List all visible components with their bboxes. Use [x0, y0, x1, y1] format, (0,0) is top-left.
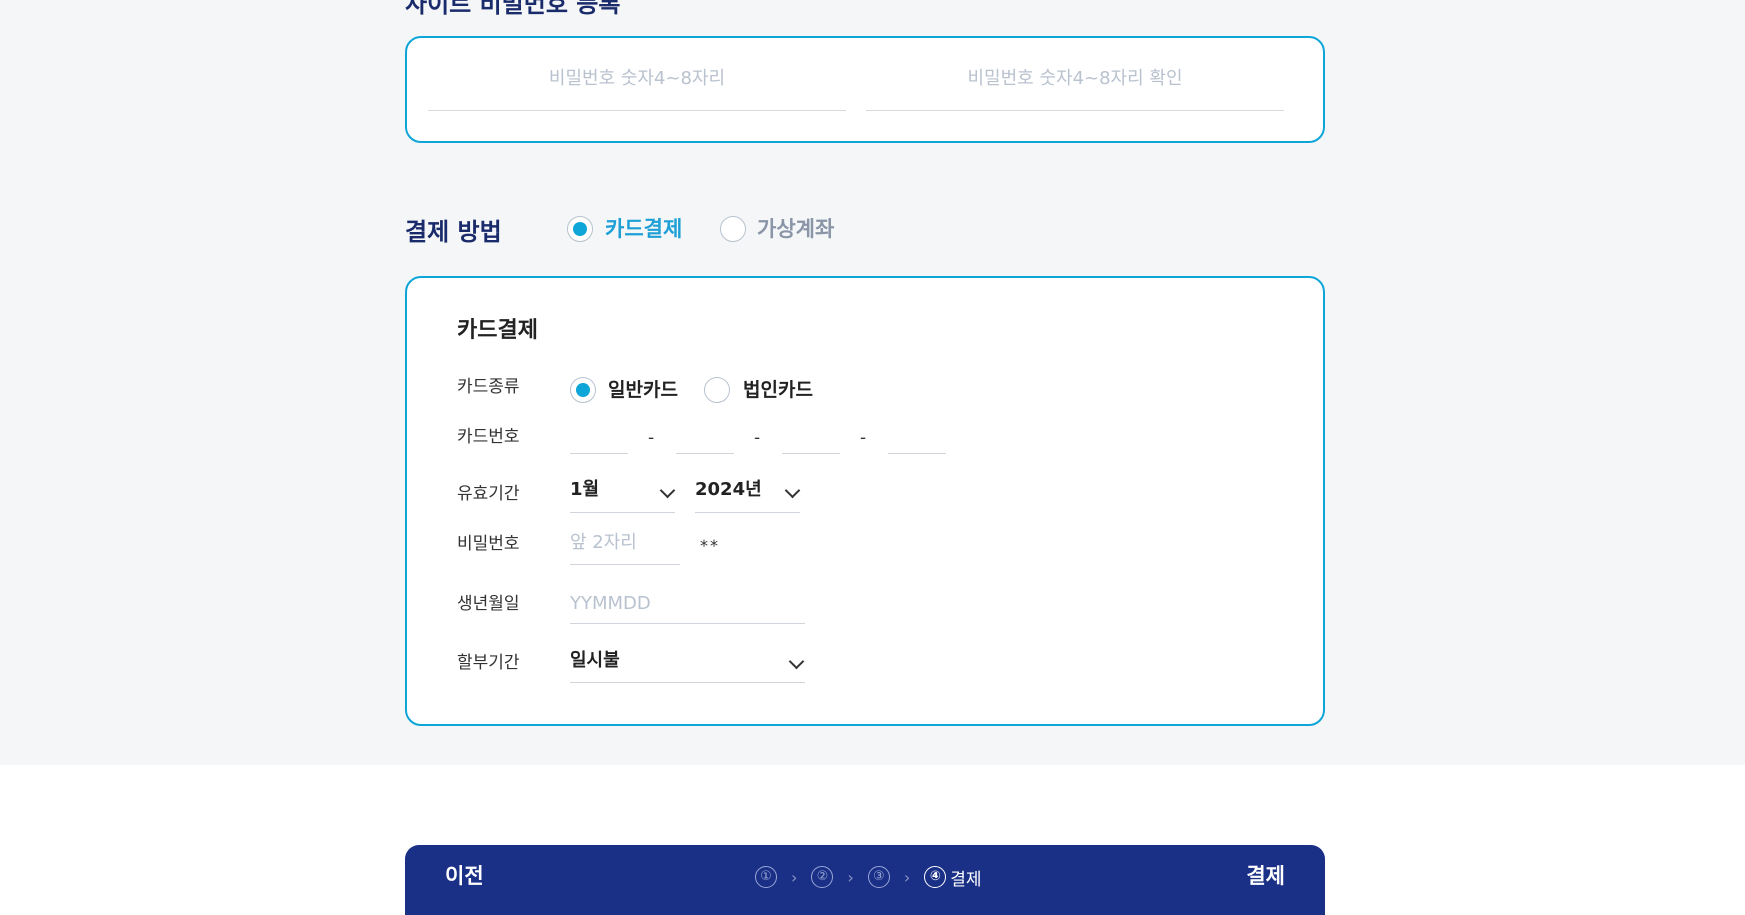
step-2-icon: ② [811, 866, 834, 888]
card-type-label: 카드종류 [457, 377, 520, 397]
site-password-box: 비밀번호 숫자4~8자리 비밀번호 숫자4~8자리 확인 [405, 36, 1325, 143]
chevron-down-icon [784, 482, 801, 499]
bottom-action-bar: 이전 ① › ② › ③ › ④ 결제 결제 [405, 845, 1325, 915]
birth-date-input[interactable]: YYMMDD [570, 583, 805, 624]
card-payment-title: 카드결제 [457, 318, 538, 343]
expiry-year-value: 2024년 [695, 479, 762, 500]
card-number-dash-1: - [648, 428, 655, 448]
card-number-part-1[interactable] [570, 422, 628, 454]
radio-card-payment[interactable] [567, 216, 593, 242]
password-confirm-placeholder: 비밀번호 숫자4~8자리 확인 [967, 68, 1183, 89]
radio-card-payment-label[interactable]: 카드결제 [605, 216, 682, 242]
radio-corporate-card-label[interactable]: 법인카드 [743, 377, 813, 403]
birth-date-placeholder: YYMMDD [570, 593, 651, 614]
password-confirm-input[interactable]: 비밀번호 숫자4~8자리 확인 [866, 68, 1284, 111]
card-number-part-2[interactable] [676, 422, 734, 454]
expiry-year-select[interactable]: 2024년 [695, 474, 801, 513]
expiry-month-value: 1월 [570, 479, 600, 500]
card-password-mask: ** [700, 536, 720, 555]
birth-date-label: 생년월일 [457, 594, 520, 614]
installment-label: 할부기간 [457, 653, 520, 673]
card-password-input[interactable]: 앞 2자리 [570, 524, 680, 565]
password-section-heading: 사이트 비밀번호 등록 [405, 0, 621, 18]
payment-method-title: 결제 방법 [405, 218, 502, 246]
expiry-month-select[interactable]: 1월 [570, 474, 676, 513]
radio-personal-card[interactable] [570, 377, 596, 403]
expiry-label: 유효기간 [457, 484, 520, 504]
installment-value: 일시불 [570, 650, 620, 671]
step-4-icon: ④ [924, 866, 947, 888]
chevron-down-icon [788, 653, 805, 670]
step-1-icon: ① [755, 866, 777, 888]
radio-virtual-account[interactable] [720, 216, 746, 242]
current-step-label: 결제 [950, 869, 982, 890]
chevron-right-icon: › [791, 867, 798, 887]
step-indicator: ① › ② › ③ › ④ 결제 [755, 863, 982, 891]
password-input[interactable]: 비밀번호 숫자4~8자리 [428, 68, 846, 111]
radio-personal-card-label[interactable]: 일반카드 [608, 377, 678, 403]
radio-corporate-card[interactable] [704, 377, 730, 403]
card-password-placeholder: 앞 2자리 [570, 532, 637, 553]
chevron-down-icon [659, 482, 676, 499]
password-placeholder: 비밀번호 숫자4~8자리 [548, 68, 726, 89]
step-3-icon: ③ [867, 866, 890, 888]
chevron-right-icon: › [903, 867, 911, 887]
chevron-right-icon: › [847, 867, 854, 887]
card-password-label: 비밀번호 [457, 534, 520, 554]
prev-button[interactable]: 이전 [445, 863, 484, 889]
card-number-part-4[interactable] [888, 422, 946, 454]
card-number-dash-2: - [754, 428, 761, 448]
card-payment-panel: 카드결제 카드종류 일반카드 법인카드 카드번호 - - - 유효기간 1월 2… [405, 276, 1325, 726]
pay-button[interactable]: 결제 [1246, 863, 1285, 889]
card-number-part-3[interactable] [782, 422, 840, 454]
radio-virtual-account-label[interactable]: 가상계좌 [757, 216, 834, 242]
card-number-dash-3: - [860, 428, 867, 448]
card-number-label: 카드번호 [457, 427, 520, 447]
installment-select[interactable]: 일시불 [570, 642, 805, 683]
